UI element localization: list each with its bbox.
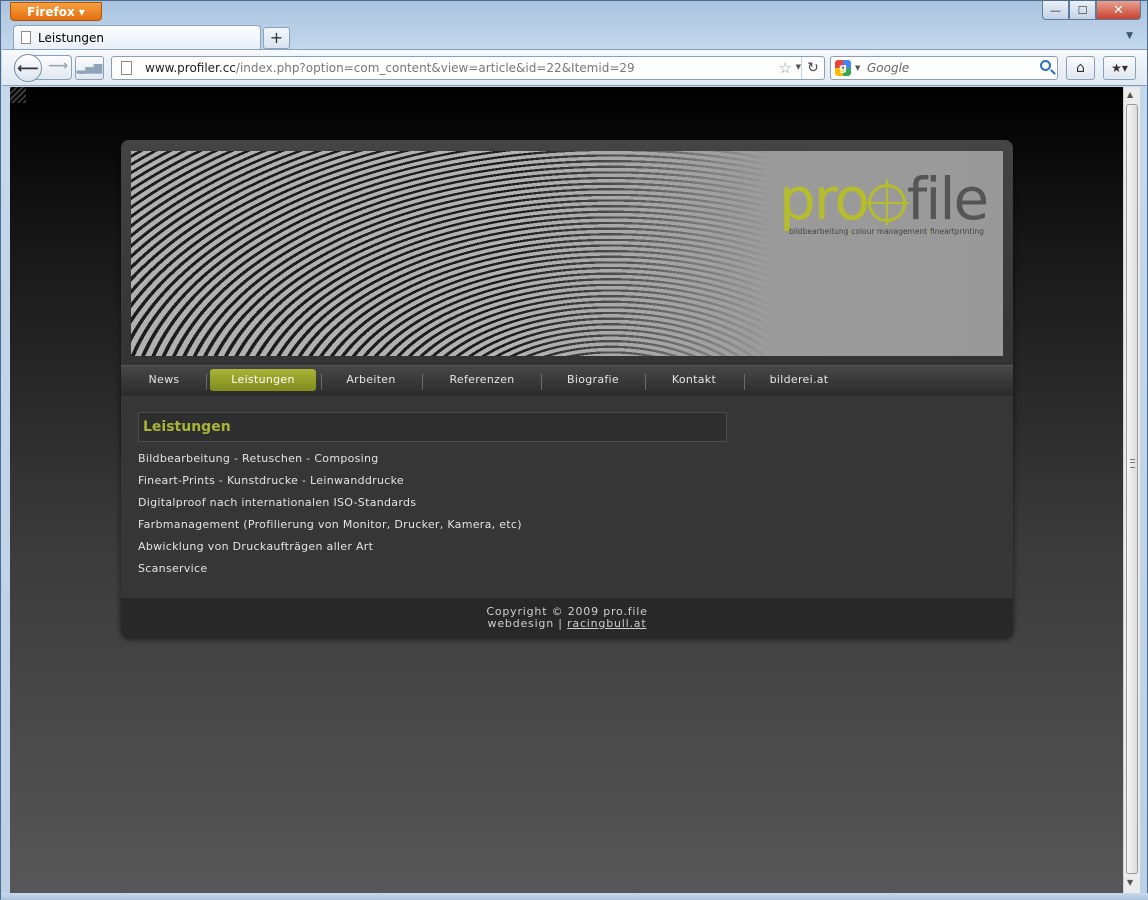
url-host: www.profiler.cc — [145, 61, 236, 75]
resize-grip-icon — [10, 87, 26, 103]
menu-divider — [206, 374, 207, 390]
tab-list-chevron-icon[interactable]: ▼ — [1126, 31, 1133, 41]
close-button[interactable]: ✕ — [1096, 1, 1141, 20]
main-menu: News Leistungen Arbeiten Referenzen Biog… — [121, 365, 1013, 396]
list-item: Abwicklung von Druckaufträgen aller Art — [138, 540, 374, 553]
list-item: Digitalproof nach internationalen ISO-St… — [138, 496, 417, 509]
menu-item-biografie[interactable]: Biografie — [555, 369, 631, 391]
site-logo[interactable]: pro file — [779, 169, 989, 229]
logo-pro: pro — [779, 165, 870, 233]
home-button[interactable]: ⌂ — [1066, 56, 1095, 80]
page-viewport: pro file bildbearbeitung.colour managemen… — [10, 87, 1123, 893]
navigation-toolbar: ⟵ ⟶ ▂▄▆ www.profiler.cc/index.php?option… — [2, 49, 1147, 86]
racingbull-link[interactable]: racingbull.at — [567, 617, 646, 630]
list-item: Scanservice — [138, 562, 208, 575]
header-banner: pro file bildbearbeitung.colour managemen… — [131, 151, 1003, 356]
minimize-icon: — — [1050, 3, 1061, 17]
menu-divider — [422, 374, 423, 390]
maximize-icon: ☐ — [1077, 3, 1088, 17]
article-title-box: Leistungen — [138, 412, 727, 442]
main-content: Leistungen Bildbearbeitung - Retuschen -… — [121, 396, 1013, 598]
signal-bars-icon[interactable]: ▂▄▆ — [75, 56, 104, 80]
page-title: Leistungen — [143, 419, 231, 435]
tagline-part: colour management — [851, 227, 928, 236]
webdesign-credit: webdesign | racingbull.at — [121, 617, 1013, 630]
fingerprint-image — [131, 151, 771, 356]
tab-leistungen[interactable]: Leistungen — [13, 25, 261, 50]
scroll-down-icon[interactable]: ▼ — [1127, 878, 1133, 887]
tagline-part: bildbearbeitung — [789, 227, 849, 236]
menu-divider — [321, 374, 322, 390]
search-bar[interactable]: g ▼ Google — [830, 56, 1058, 80]
logo-file: file — [906, 165, 989, 233]
window-controls: — ☐ ✕ — [1042, 1, 1141, 21]
close-icon: ✕ — [1113, 2, 1124, 18]
list-item: Fineart-Prints - Kunstdrucke - Leinwandd… — [138, 474, 404, 487]
back-button[interactable]: ⟵ — [14, 54, 42, 82]
scroll-up-icon[interactable]: ▲ — [1127, 90, 1133, 99]
maximize-button[interactable]: ☐ — [1069, 1, 1096, 20]
menu-item-kontakt[interactable]: Kontakt — [661, 369, 727, 391]
menu-item-leistungen[interactable]: Leistungen — [210, 369, 316, 391]
menu-divider — [645, 374, 646, 390]
menu-item-referenzen[interactable]: Referenzen — [437, 369, 527, 391]
google-icon[interactable]: g — [835, 60, 851, 76]
list-item: Farbmanagement (Profilierung von Monitor… — [138, 518, 522, 531]
reload-icon[interactable]: ↻ — [801, 57, 824, 79]
grip-icon — [1130, 459, 1135, 468]
search-icon[interactable] — [1040, 60, 1051, 71]
chevron-down-icon[interactable]: ▼ — [855, 64, 860, 72]
site-footer: Copyright © 2009 pro.file webdesign | ra… — [121, 598, 1013, 639]
scrollbar-thumb[interactable] — [1126, 104, 1138, 874]
vertical-scrollbar[interactable]: ▲ ▼ — [1123, 87, 1140, 893]
bookmarks-icon: ★▾ — [1111, 61, 1128, 75]
forward-arrow-icon[interactable]: ⟶ — [48, 58, 68, 74]
home-icon: ⌂ — [1076, 60, 1085, 76]
firefox-menu-button[interactable]: Firefox ▼ — [10, 2, 102, 21]
firefox-menu-label: Firefox — [27, 5, 75, 19]
browser-window: Firefox ▼ — ☐ ✕ Leistungen + ▼ ⟵ ⟶ ▂▄▆ ww… — [0, 0, 1148, 900]
tab-title: Leistungen — [38, 31, 104, 45]
logo-tagline: bildbearbeitung.colour management.finear… — [789, 227, 984, 236]
bookmarks-button[interactable]: ★▾ — [1103, 56, 1136, 80]
minimize-button[interactable]: — — [1042, 1, 1069, 20]
page-icon — [121, 61, 132, 75]
chevron-down-icon: ▼ — [78, 8, 85, 17]
bookmark-star-icon[interactable]: ☆ — [779, 59, 792, 77]
crosshair-icon — [862, 179, 909, 225]
page-icon — [21, 31, 31, 44]
plus-icon: + — [269, 28, 284, 47]
back-forward-group: ⟵ ⟶ — [14, 54, 72, 82]
new-tab-button[interactable]: + — [263, 27, 290, 49]
menu-divider — [744, 374, 745, 390]
webdesign-label: webdesign | — [487, 617, 568, 630]
menu-divider — [541, 374, 542, 390]
site-container: pro file bildbearbeitung.colour managemen… — [121, 140, 1013, 639]
site-header: pro file bildbearbeitung.colour managemen… — [121, 140, 1013, 365]
url-path: /index.php?option=com_content&view=artic… — [235, 61, 635, 75]
tagline-part: fineartprinting — [930, 227, 984, 236]
search-input[interactable]: Google — [867, 61, 909, 75]
address-bar[interactable]: www.profiler.cc/index.php?option=com_con… — [111, 56, 825, 80]
services-list: Bildbearbeitung - Retuschen - Composing … — [138, 452, 522, 584]
back-arrow-icon: ⟵ — [17, 59, 39, 77]
url-text[interactable]: www.profiler.cc/index.php?option=com_con… — [145, 61, 635, 75]
menu-item-arbeiten[interactable]: Arbeiten — [333, 369, 409, 391]
menu-item-news[interactable]: News — [137, 369, 191, 391]
list-item: Bildbearbeitung - Retuschen - Composing — [138, 452, 379, 465]
menu-item-bilderei[interactable]: bilderei.at — [757, 369, 841, 391]
